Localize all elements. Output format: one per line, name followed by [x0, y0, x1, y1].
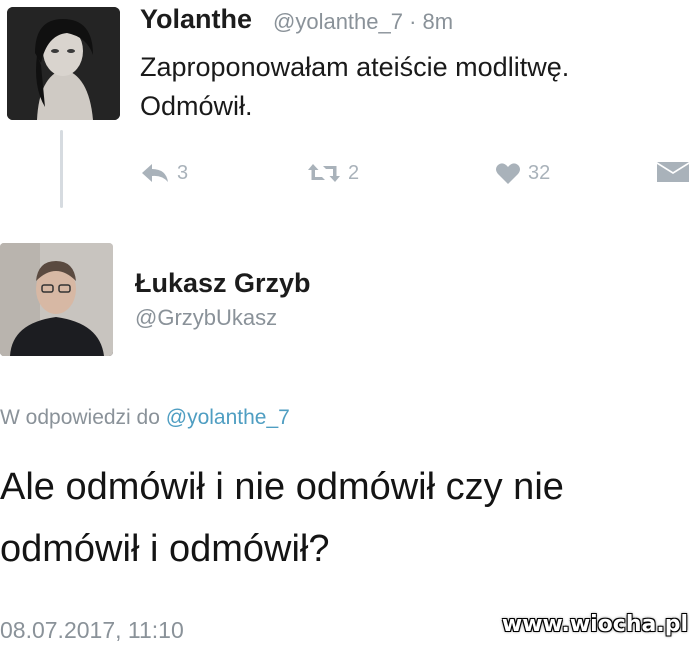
like-count: 32: [528, 161, 551, 184]
tweet2-timestamp[interactable]: 08.07.2017, 11:10: [0, 617, 184, 644]
site-watermark: www.wiocha.pl: [501, 612, 688, 637]
tweet2-author-name[interactable]: Łukasz Grzyb: [135, 268, 311, 299]
reply-icon: [142, 164, 168, 182]
tweet1-author-name[interactable]: Yolanthe: [140, 4, 252, 35]
retweet-count: 2: [348, 161, 360, 184]
direct-message-button[interactable]: [656, 158, 690, 188]
like-button[interactable]: 32: [495, 158, 550, 188]
reply-button[interactable]: 3: [140, 158, 188, 188]
reply-mention-link[interactable]: @yolanthe_7: [166, 406, 290, 429]
avatar-photo-icon: [7, 7, 120, 120]
tweet1-text-line: Odmówił.: [140, 91, 253, 121]
reply-context-prefix: W odpowiedzi do: [0, 406, 166, 429]
tweet2-handle[interactable]: @GrzybUkasz: [135, 305, 277, 331]
tweet1-handle-time[interactable]: @yolanthe_7 · 8m: [273, 9, 453, 35]
tweet2-text: Ale odmówił i nie odmówił czy nie odmówi…: [0, 456, 564, 580]
tweet1-text: Zaproponowałam ateiście modlitwę. Odmówi…: [140, 48, 569, 126]
retweet-icon: [308, 164, 340, 182]
tweet2-text-line: odmówił i odmówił?: [0, 528, 330, 570]
thread-connector-line: [60, 130, 63, 208]
avatar-photo-icon: [0, 243, 113, 356]
avatar-yolanthe[interactable]: [7, 7, 120, 120]
reply-context: W odpowiedzi do @yolanthe_7: [0, 406, 290, 430]
heart-icon: [496, 163, 520, 184]
avatar-lukasz[interactable]: [0, 243, 113, 356]
tweet2-text-line: Ale odmówił i nie odmówił czy nie: [0, 466, 564, 508]
retweet-button[interactable]: 2: [307, 158, 359, 188]
reply-count: 3: [177, 161, 189, 184]
tweet1-text-line: Zaproponowałam ateiście modlitwę.: [140, 52, 570, 82]
message-icon: [657, 162, 689, 182]
